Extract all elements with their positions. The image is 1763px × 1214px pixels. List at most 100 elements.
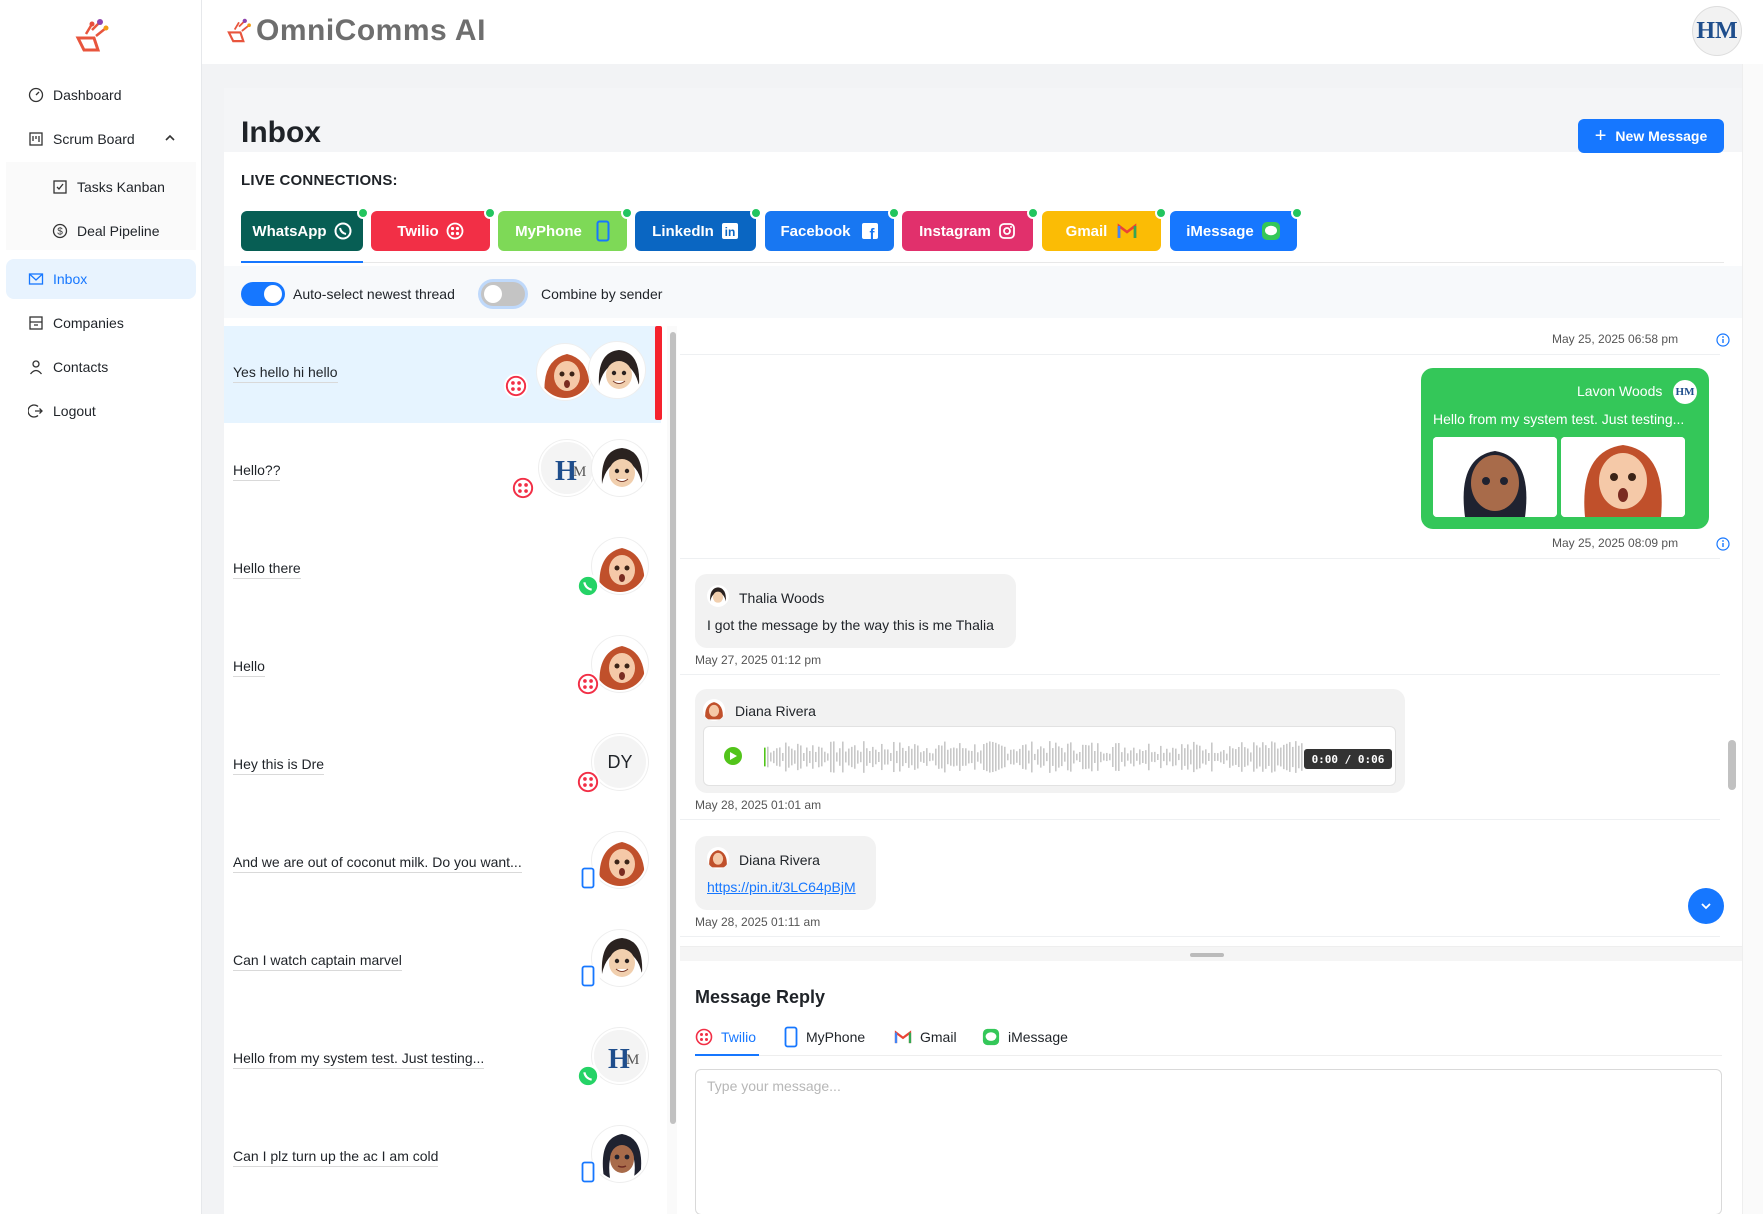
- thread-preview: Hello from my system test. Just testing.…: [233, 1050, 485, 1069]
- reply-tab-label: iMessage: [1008, 1029, 1068, 1045]
- thread-item[interactable]: Can I plz turn up the ac I am cold: [224, 1110, 661, 1208]
- thread-options: Auto-select newest thread Combine by sen…: [224, 266, 1742, 318]
- thread-item[interactable]: Hello there: [224, 522, 661, 620]
- sidebar-item-label: Logout: [53, 403, 96, 419]
- resize-handle[interactable]: [1190, 953, 1224, 957]
- channel-gmail[interactable]: Gmail: [1042, 207, 1167, 251]
- sidebar-item-contacts[interactable]: Contacts: [6, 347, 196, 387]
- thread-preview: Hey this is Dre: [233, 756, 325, 775]
- channel-label: LinkedIn: [652, 222, 714, 240]
- channel-label: MyPhone: [515, 222, 582, 240]
- image-attachment[interactable]: [1433, 437, 1557, 517]
- toggle-knob: [264, 285, 282, 303]
- contact-avatar: [589, 342, 645, 398]
- sender-avatar: [703, 699, 725, 721]
- thread-item[interactable]: Hello?? HM: [224, 424, 661, 522]
- imessage-icon: [982, 1028, 1000, 1046]
- svg-text:M: M: [626, 1052, 639, 1068]
- active-reply-tab-indicator: [695, 1054, 759, 1056]
- conversation-scroll-thumb[interactable]: [1728, 740, 1736, 790]
- top-header: OmniComms AI HM: [202, 0, 1763, 64]
- combine-sender-toggle[interactable]: [481, 282, 525, 306]
- reply-tabs-divider: [695, 1055, 1722, 1056]
- channel-twilio[interactable]: Twilio: [371, 207, 496, 251]
- sidebar-item-logout[interactable]: Logout: [6, 391, 196, 431]
- logout-icon: [28, 403, 44, 419]
- channel-label: WhatsApp: [252, 222, 327, 240]
- channel-label: Gmail: [1065, 222, 1108, 240]
- thread-item[interactable]: Yes hello hi hello: [224, 326, 661, 424]
- reply-tab-imessage[interactable]: iMessage: [982, 1021, 1068, 1053]
- reply-tab-myphone[interactable]: MyPhone: [784, 1021, 865, 1053]
- incoming-message-bubble: Diana Rivera https://pin.it/3LC64pBjM: [695, 836, 876, 910]
- message-sender: Lavon Woods: [1577, 383, 1663, 399]
- conversation-view: May 25, 2025 06:58 pm Lavon Woods HM Hel…: [680, 326, 1742, 946]
- message-reply-panel: Message Reply Twilio MyPhone Gmail iMess…: [680, 946, 1742, 1214]
- audio-waveform[interactable]: [764, 737, 1384, 777]
- user-avatar[interactable]: HM: [1692, 6, 1742, 56]
- status-online-dot: [484, 207, 496, 219]
- reply-input[interactable]: [695, 1069, 1722, 1214]
- chevron-up-icon[interactable]: [164, 132, 176, 144]
- sidebar-item-label: Deal Pipeline: [77, 223, 160, 239]
- board-icon: [28, 131, 44, 147]
- sidebar-item-deal-pipeline[interactable]: $ Deal Pipeline: [6, 211, 196, 251]
- phone-icon: [576, 1160, 600, 1184]
- message-divider: [680, 674, 1720, 675]
- twilio-icon: [695, 1028, 713, 1046]
- page-scrollbar[interactable]: [1742, 64, 1763, 1214]
- user-icon: [28, 359, 44, 375]
- info-icon[interactable]: [1716, 333, 1730, 347]
- thread-item[interactable]: And we are out of coconut milk. Do you w…: [224, 816, 661, 914]
- thread-item[interactable]: Hello from my system test. Just testing.…: [224, 1012, 661, 1110]
- channel-linkedin[interactable]: LinkedIn in: [635, 207, 762, 251]
- message-text: I got the message by the way this is me …: [707, 617, 994, 633]
- reply-tab-twilio[interactable]: Twilio: [695, 1021, 756, 1053]
- channel-imessage[interactable]: iMessage: [1170, 207, 1303, 251]
- sidebar-item-label: Scrum Board: [53, 131, 135, 147]
- channel-myphone[interactable]: MyPhone: [498, 207, 633, 251]
- scroll-to-bottom-button[interactable]: [1688, 888, 1724, 924]
- channel-instagram[interactable]: Instagram: [902, 207, 1039, 251]
- thread-item[interactable]: Hello: [224, 620, 661, 718]
- sidebar-item-tasks-kanban[interactable]: Tasks Kanban: [6, 167, 196, 207]
- sidebar-item-inbox[interactable]: Inbox: [6, 259, 196, 299]
- page-header: [224, 88, 1742, 152]
- dashboard-icon: [28, 87, 44, 103]
- status-online-dot: [621, 207, 633, 219]
- whatsapp-icon: [576, 1064, 600, 1088]
- thread-item[interactable]: Hey this is Dre DY: [224, 718, 661, 816]
- message-link[interactable]: https://pin.it/3LC64pBjM: [707, 879, 856, 895]
- twilio-icon: [504, 374, 528, 398]
- image-attachment[interactable]: [1561, 437, 1685, 517]
- play-icon[interactable]: [724, 747, 742, 765]
- imessage-icon: [1261, 221, 1281, 241]
- channel-whatsapp[interactable]: WhatsApp: [241, 207, 369, 251]
- sidebar-item-companies[interactable]: Companies: [6, 303, 196, 343]
- status-online-dot: [888, 207, 900, 219]
- channel-facebook[interactable]: Facebook f: [765, 207, 900, 251]
- app-logo-icon[interactable]: [74, 16, 110, 56]
- reply-tab-label: Gmail: [920, 1029, 957, 1045]
- auto-select-toggle[interactable]: [241, 282, 285, 306]
- contact-avatar: [592, 440, 648, 496]
- combine-sender-label: Combine by sender: [541, 286, 663, 302]
- building-icon: [28, 315, 44, 331]
- thread-list-scroll-thumb[interactable]: [670, 332, 676, 1124]
- gmail-icon: [894, 1030, 912, 1044]
- channel-label: Instagram: [919, 222, 991, 240]
- sidebar-item-scrum-board[interactable]: Scrum Board: [6, 119, 196, 159]
- reply-tab-gmail[interactable]: Gmail: [894, 1021, 957, 1053]
- sender-avatar: [707, 585, 729, 607]
- thread-item[interactable]: Can I watch captain marvel: [224, 914, 661, 1012]
- message-divider: [680, 936, 1720, 937]
- initials-avatar: DY: [592, 734, 648, 790]
- live-connections-label: LIVE CONNECTIONS:: [241, 172, 398, 189]
- sidebar-item-dashboard[interactable]: Dashboard: [6, 75, 196, 115]
- brand-logo-icon: [227, 18, 251, 43]
- svg-text:M: M: [573, 464, 586, 480]
- new-message-button[interactable]: + New Message: [1578, 119, 1724, 153]
- message-timestamp: May 28, 2025 01:01 am: [695, 798, 822, 812]
- brand[interactable]: OmniComms AI: [226, 14, 486, 48]
- info-icon[interactable]: [1716, 537, 1730, 551]
